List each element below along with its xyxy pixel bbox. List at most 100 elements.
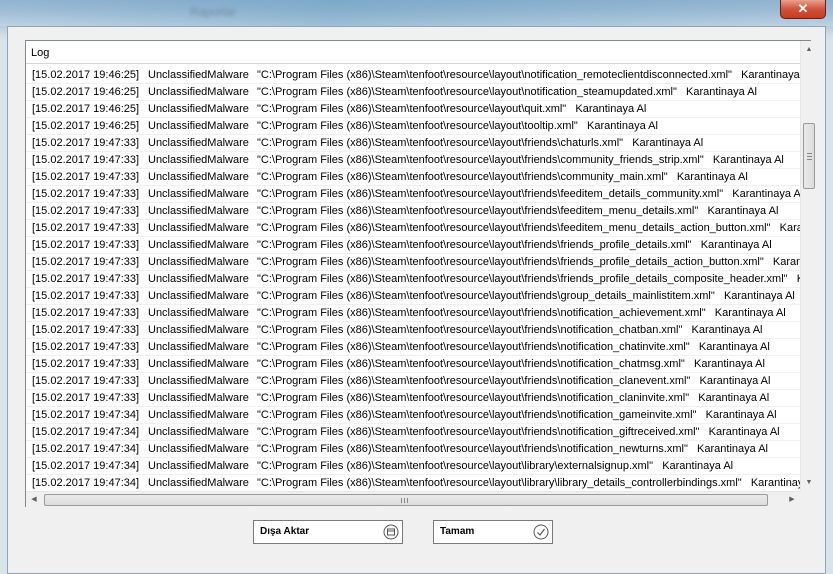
- log-row[interactable]: [15.02.2017 19:47:33] UnclassifiedMalware…: [26, 186, 800, 203]
- log-row[interactable]: [15.02.2017 19:47:33] UnclassifiedMalware…: [26, 356, 800, 373]
- ok-button-label: Tamam: [440, 526, 475, 537]
- log-row-text: "C:\Program Files (x86)\Steam\tenfoot\re…: [257, 392, 770, 404]
- log-row-date: [15.02.2017 19:46:25]: [32, 69, 140, 81]
- log-row-text: "C:\Program Files (x86)\Steam\tenfoot\re…: [257, 375, 771, 387]
- log-row-type: UnclassifiedMalware: [148, 375, 249, 387]
- log-row[interactable]: [15.02.2017 19:47:33] UnclassifiedMalware…: [26, 288, 800, 305]
- window-titlebar[interactable]: Raporlar ✕: [0, 0, 833, 26]
- log-listview[interactable]: Log [15.02.2017 19:46:25] UnclassifiedMal…: [25, 40, 817, 508]
- log-row-date: [15.02.2017 19:46:25]: [32, 103, 140, 115]
- log-row-date: [15.02.2017 19:47:33]: [32, 324, 140, 336]
- close-icon: ✕: [797, 1, 809, 16]
- ok-button[interactable]: Tamam: [433, 520, 553, 544]
- scroll-down-arrow-icon[interactable]: ▼: [801, 474, 817, 491]
- log-row[interactable]: [15.02.2017 19:47:33] UnclassifiedMalware…: [26, 135, 800, 152]
- log-row-date: [15.02.2017 19:47:33]: [32, 290, 140, 302]
- log-row-date: [15.02.2017 19:47:33]: [32, 205, 140, 217]
- report-dialog: Log [15.02.2017 19:46:25] UnclassifiedMal…: [7, 26, 826, 574]
- log-row[interactable]: [15.02.2017 19:47:33] UnclassifiedMalware…: [26, 237, 800, 254]
- scroll-right-arrow-icon[interactable]: ▶: [784, 492, 800, 508]
- vertical-scrollbar[interactable]: ▲ ▼: [800, 41, 817, 491]
- log-row-text: "C:\Program Files (x86)\Steam\tenfoot\re…: [257, 477, 800, 489]
- log-row-date: [15.02.2017 19:47:33]: [32, 188, 140, 200]
- log-row-date: [15.02.2017 19:47:33]: [32, 307, 140, 319]
- log-row-type: UnclassifiedMalware: [148, 103, 249, 115]
- log-row-date: [15.02.2017 19:47:34]: [32, 426, 140, 438]
- log-row[interactable]: [15.02.2017 19:47:33] UnclassifiedMalware…: [26, 339, 800, 356]
- log-row-date: [15.02.2017 19:47:34]: [32, 443, 140, 455]
- scroll-up-arrow-icon[interactable]: ▲: [801, 41, 817, 58]
- log-row[interactable]: [15.02.2017 19:47:33] UnclassifiedMalware…: [26, 152, 800, 169]
- log-row[interactable]: [15.02.2017 19:47:33] UnclassifiedMalware…: [26, 373, 800, 390]
- export-button[interactable]: Dışa Aktar: [253, 520, 403, 544]
- log-row-text: "C:\Program Files (x86)\Steam\tenfoot\re…: [257, 137, 704, 149]
- export-button-label: Dışa Aktar: [260, 526, 310, 537]
- log-column-header[interactable]: Log: [26, 41, 800, 64]
- log-row-text: "C:\Program Files (x86)\Steam\tenfoot\re…: [257, 69, 800, 81]
- log-row-type: UnclassifiedMalware: [148, 324, 249, 336]
- log-row-text: "C:\Program Files (x86)\Steam\tenfoot\re…: [257, 171, 748, 183]
- log-row-text: "C:\Program Files (x86)\Steam\tenfoot\re…: [257, 290, 795, 302]
- log-row-type: UnclassifiedMalware: [148, 290, 249, 302]
- log-row-date: [15.02.2017 19:47:33]: [32, 392, 140, 404]
- log-row-date: [15.02.2017 19:47:33]: [32, 239, 140, 251]
- log-row-text: "C:\Program Files (x86)\Steam\tenfoot\re…: [257, 154, 784, 166]
- close-button[interactable]: ✕: [780, 0, 826, 19]
- log-row-type: UnclassifiedMalware: [148, 273, 249, 285]
- log-row-text: "C:\Program Files (x86)\Steam\tenfoot\re…: [257, 409, 777, 421]
- log-row[interactable]: [15.02.2017 19:47:33] UnclassifiedMalware…: [26, 254, 800, 271]
- log-row-date: [15.02.2017 19:46:25]: [32, 86, 140, 98]
- log-row-date: [15.02.2017 19:47:33]: [32, 222, 140, 234]
- log-row[interactable]: [15.02.2017 19:47:34] UnclassifiedMalware…: [26, 424, 800, 441]
- log-row-text: "C:\Program Files (x86)\Steam\tenfoot\re…: [257, 307, 786, 319]
- log-row[interactable]: [15.02.2017 19:47:33] UnclassifiedMalware…: [26, 271, 800, 288]
- log-row-text: "C:\Program Files (x86)\Steam\tenfoot\re…: [257, 222, 800, 234]
- log-row-date: [15.02.2017 19:46:25]: [32, 120, 140, 132]
- log-row[interactable]: [15.02.2017 19:47:33] UnclassifiedMalware…: [26, 390, 800, 407]
- log-row-text: "C:\Program Files (x86)\Steam\tenfoot\re…: [257, 239, 772, 251]
- log-row[interactable]: [15.02.2017 19:47:33] UnclassifiedMalware…: [26, 305, 800, 322]
- log-row-text: "C:\Program Files (x86)\Steam\tenfoot\re…: [257, 86, 757, 98]
- log-row[interactable]: [15.02.2017 19:47:33] UnclassifiedMalware…: [26, 322, 800, 339]
- horizontal-scrollbar[interactable]: ◀ ▶: [26, 491, 800, 508]
- log-row-date: [15.02.2017 19:47:34]: [32, 409, 140, 421]
- log-row[interactable]: [15.02.2017 19:47:34] UnclassifiedMalware…: [26, 475, 800, 491]
- log-row-text: "C:\Program Files (x86)\Steam\tenfoot\re…: [257, 358, 765, 370]
- log-row-date: [15.02.2017 19:47:33]: [32, 171, 140, 183]
- log-row-text: "C:\Program Files (x86)\Steam\tenfoot\re…: [257, 460, 734, 472]
- log-row-type: UnclassifiedMalware: [148, 154, 249, 166]
- log-row-text: "C:\Program Files (x86)\Steam\tenfoot\re…: [257, 103, 647, 115]
- log-row-date: [15.02.2017 19:47:33]: [32, 375, 140, 387]
- log-row[interactable]: [15.02.2017 19:46:25] UnclassifiedMalware…: [26, 84, 800, 101]
- log-row-date: [15.02.2017 19:47:33]: [32, 256, 140, 268]
- log-row[interactable]: [15.02.2017 19:47:34] UnclassifiedMalware…: [26, 407, 800, 424]
- log-row[interactable]: [15.02.2017 19:47:33] UnclassifiedMalware…: [26, 220, 800, 237]
- log-row-type: UnclassifiedMalware: [148, 358, 249, 370]
- log-row-type: UnclassifiedMalware: [148, 392, 249, 404]
- log-row-date: [15.02.2017 19:47:33]: [32, 358, 140, 370]
- log-rows: [15.02.2017 19:46:25] UnclassifiedMalware…: [26, 67, 800, 491]
- log-row-type: UnclassifiedMalware: [148, 307, 249, 319]
- log-row-text: "C:\Program Files (x86)\Steam\tenfoot\re…: [257, 188, 800, 200]
- log-row-text: "C:\Program Files (x86)\Steam\tenfoot\re…: [257, 205, 779, 217]
- log-row-type: UnclassifiedMalware: [148, 239, 249, 251]
- vertical-scroll-thumb[interactable]: [803, 123, 815, 189]
- log-row-type: UnclassifiedMalware: [148, 222, 249, 234]
- log-row[interactable]: [15.02.2017 19:46:25] UnclassifiedMalware…: [26, 101, 800, 118]
- scroll-left-arrow-icon[interactable]: ◀: [26, 492, 42, 508]
- log-row-type: UnclassifiedMalware: [148, 426, 249, 438]
- log-row[interactable]: [15.02.2017 19:46:25] UnclassifiedMalware…: [26, 67, 800, 84]
- log-row[interactable]: [15.02.2017 19:47:34] UnclassifiedMalware…: [26, 441, 800, 458]
- log-row[interactable]: [15.02.2017 19:46:25] UnclassifiedMalware…: [26, 118, 800, 135]
- log-row-type: UnclassifiedMalware: [148, 171, 249, 183]
- horizontal-scroll-thumb[interactable]: [44, 494, 768, 506]
- log-row-type: UnclassifiedMalware: [148, 443, 249, 455]
- log-row-text: "C:\Program Files (x86)\Steam\tenfoot\re…: [257, 324, 763, 336]
- log-row[interactable]: [15.02.2017 19:47:33] UnclassifiedMalware…: [26, 203, 800, 220]
- log-row-text: "C:\Program Files (x86)\Steam\tenfoot\re…: [257, 273, 800, 285]
- log-row-text: "C:\Program Files (x86)\Steam\tenfoot\re…: [257, 341, 770, 353]
- log-row-text: "C:\Program Files (x86)\Steam\tenfoot\re…: [257, 120, 658, 132]
- log-row[interactable]: [15.02.2017 19:47:34] UnclassifiedMalware…: [26, 458, 800, 475]
- log-row-type: UnclassifiedMalware: [148, 256, 249, 268]
- log-row[interactable]: [15.02.2017 19:47:33] UnclassifiedMalware…: [26, 169, 800, 186]
